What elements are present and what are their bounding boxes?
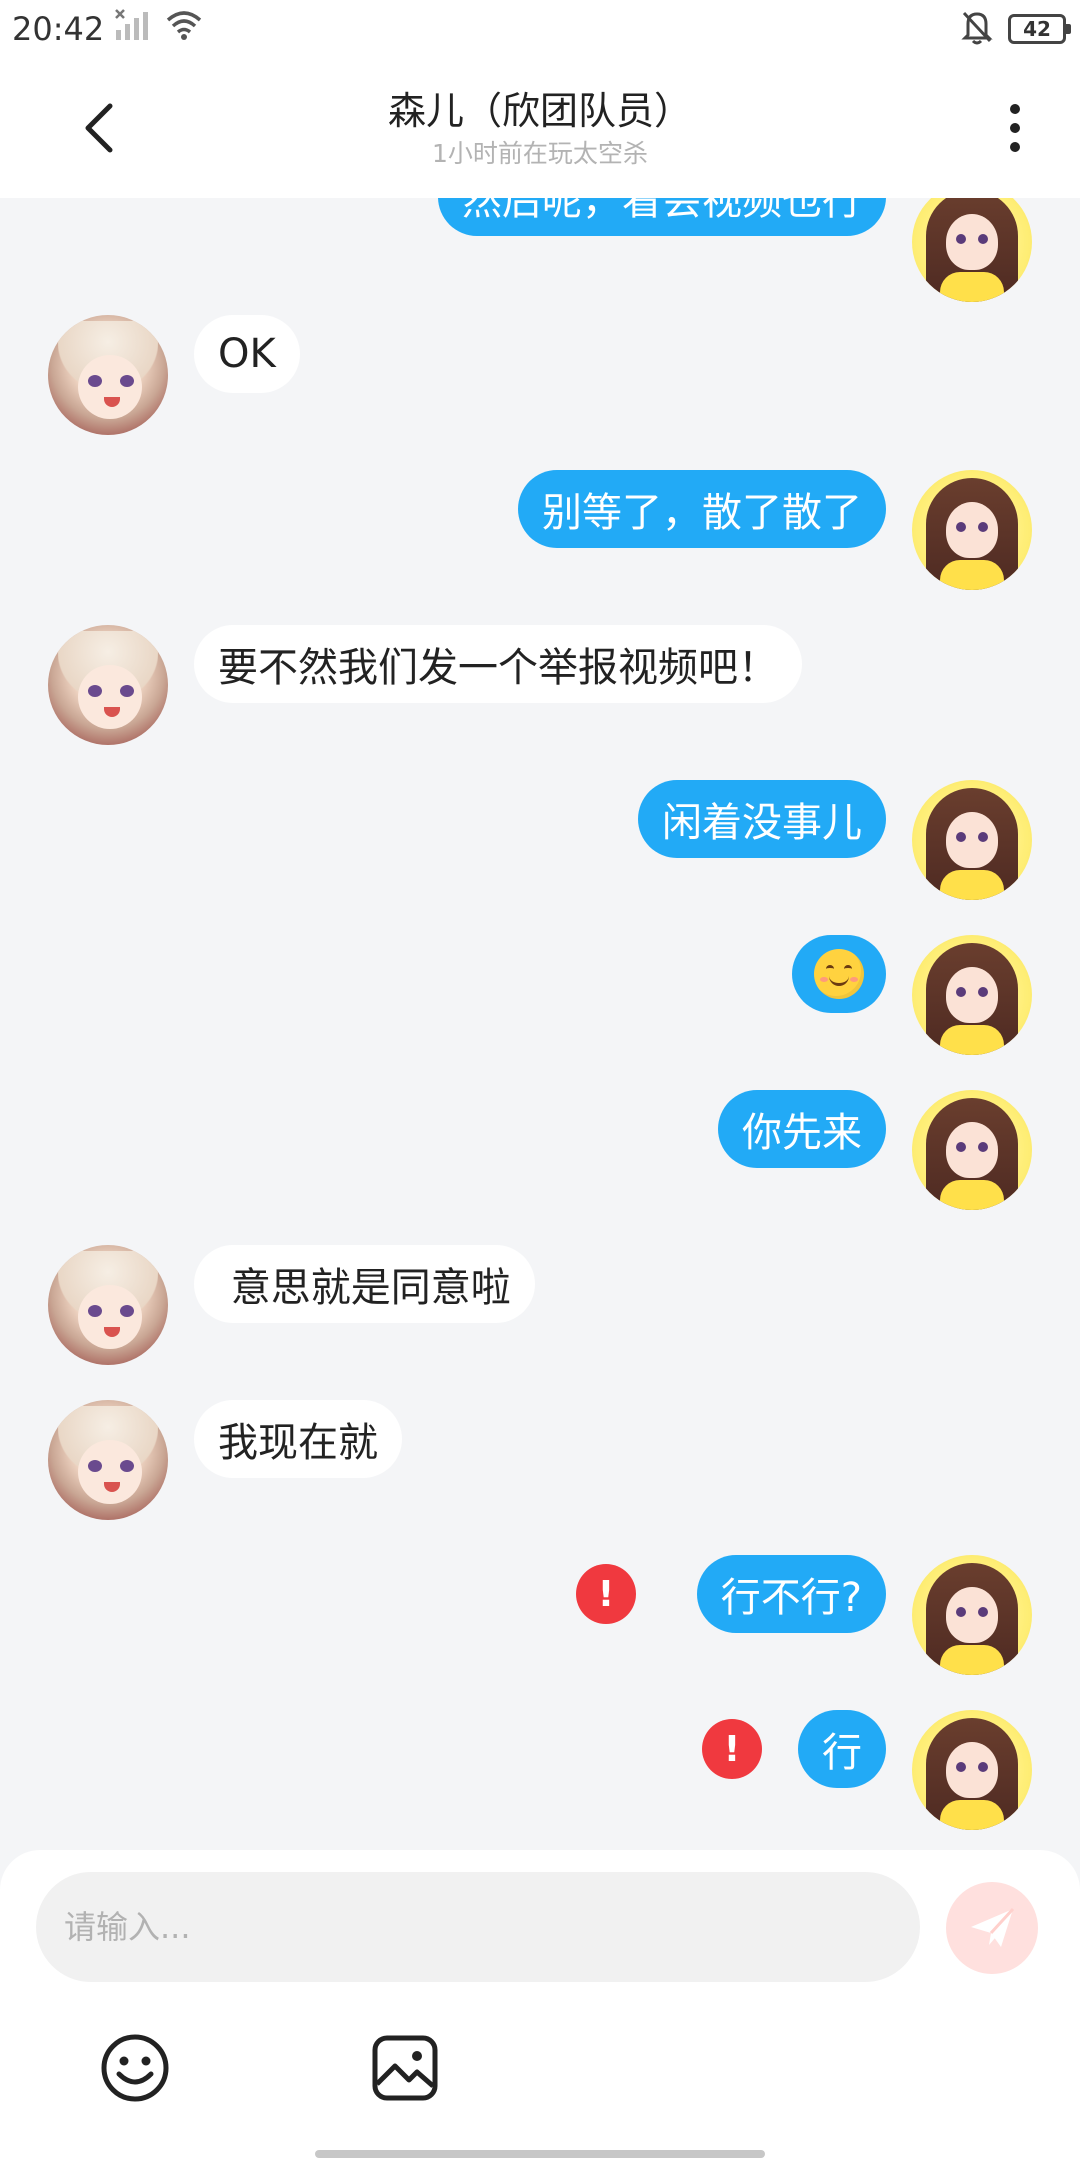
outgoing-message-bubble[interactable]: 你先来 (718, 1090, 886, 1168)
chat-header: 森儿（欣团队员） 1小时前在玩太空杀 (0, 58, 1080, 198)
send-button[interactable] (946, 1882, 1038, 1974)
wifi-icon (164, 8, 204, 50)
message-text: 你先来 (742, 1110, 862, 1156)
chat-messages[interactable]: 然后呢，看会视频也行 OK 别等了，散了散了 要不然我们发一个举报视频吧！ 闲着… (0, 198, 1080, 1850)
contact-avatar[interactable] (48, 1400, 168, 1520)
paper-plane-icon (971, 1907, 1015, 1947)
smiley-icon (101, 2034, 169, 2102)
header-center: 森儿（欣团队员） 1小时前在玩太空杀 (388, 85, 692, 171)
image-button[interactable] (365, 2028, 445, 2108)
my-avatar[interactable] (912, 935, 1032, 1055)
status-bar: 20:42 42 (0, 0, 1080, 58)
back-arrow-icon (85, 103, 113, 153)
composer (0, 1850, 1080, 2160)
status-time: 20:42 (12, 10, 105, 48)
my-avatar[interactable] (912, 1555, 1032, 1675)
dot-icon (1010, 104, 1020, 114)
home-indicator[interactable] (315, 2150, 765, 2158)
outgoing-message-bubble[interactable]: 行 (798, 1710, 886, 1788)
contact-status: 1小时前在玩太空杀 (432, 139, 648, 168)
my-avatar[interactable] (912, 198, 1032, 302)
message-text: 我现在就 (218, 1420, 378, 1466)
my-avatar[interactable] (912, 780, 1032, 900)
outgoing-message-bubble[interactable]: 别等了，散了散了 (518, 470, 886, 548)
battery-icon: 42 (1008, 14, 1071, 44)
image-icon (372, 2035, 438, 2101)
smiling-face-emoji-icon (814, 949, 864, 999)
my-avatar[interactable] (912, 1090, 1032, 1210)
contact-avatar[interactable] (48, 1245, 168, 1365)
contact-name: 森儿（欣团队员） (387, 89, 692, 133)
status-left: 20:42 (12, 8, 204, 50)
message-input[interactable] (36, 1872, 920, 1982)
outgoing-message-bubble[interactable]: 然后呢，看会视频也行 (438, 198, 886, 236)
message-text: 行 (822, 1730, 862, 1776)
message-text: OK (218, 331, 276, 377)
incoming-message-bubble[interactable]: 要不然我们发一个举报视频吧！ (194, 625, 802, 703)
message-text: 行不行? (720, 1575, 862, 1621)
incoming-message-bubble[interactable]: 我现在就 (194, 1400, 402, 1478)
status-right: 42 (960, 9, 1071, 49)
more-options-button[interactable] (990, 93, 1040, 163)
message-text: 意思就是同意啦 (218, 1265, 511, 1311)
back-button[interactable] (70, 98, 130, 158)
message-text: 闲着没事儿 (662, 800, 862, 846)
incoming-message-bubble[interactable]: OK (194, 315, 300, 393)
incoming-message-bubble[interactable]: 意思就是同意啦 (194, 1245, 535, 1323)
outgoing-message-bubble[interactable]: 行不行? (696, 1555, 886, 1633)
signal-icon (114, 8, 154, 50)
send-failed-icon[interactable]: ! (576, 1564, 636, 1624)
contact-avatar[interactable] (48, 625, 168, 745)
message-text: 然后呢，看会视频也行 (462, 198, 862, 224)
dot-icon (1010, 142, 1020, 152)
emoji-button[interactable] (95, 2028, 175, 2108)
contact-avatar[interactable] (48, 315, 168, 435)
my-avatar[interactable] (912, 470, 1032, 590)
message-text: 要不然我们发一个举报视频吧！ (218, 645, 778, 691)
dot-icon (1010, 123, 1020, 133)
bell-muted-icon (960, 9, 994, 49)
battery-level: 42 (1023, 17, 1051, 41)
message-text: 别等了，散了散了 (542, 490, 862, 536)
send-failed-icon[interactable]: ! (702, 1719, 762, 1779)
outgoing-message-bubble[interactable] (792, 935, 886, 1013)
outgoing-message-bubble[interactable]: 闲着没事儿 (638, 780, 886, 858)
my-avatar[interactable] (912, 1710, 1032, 1830)
